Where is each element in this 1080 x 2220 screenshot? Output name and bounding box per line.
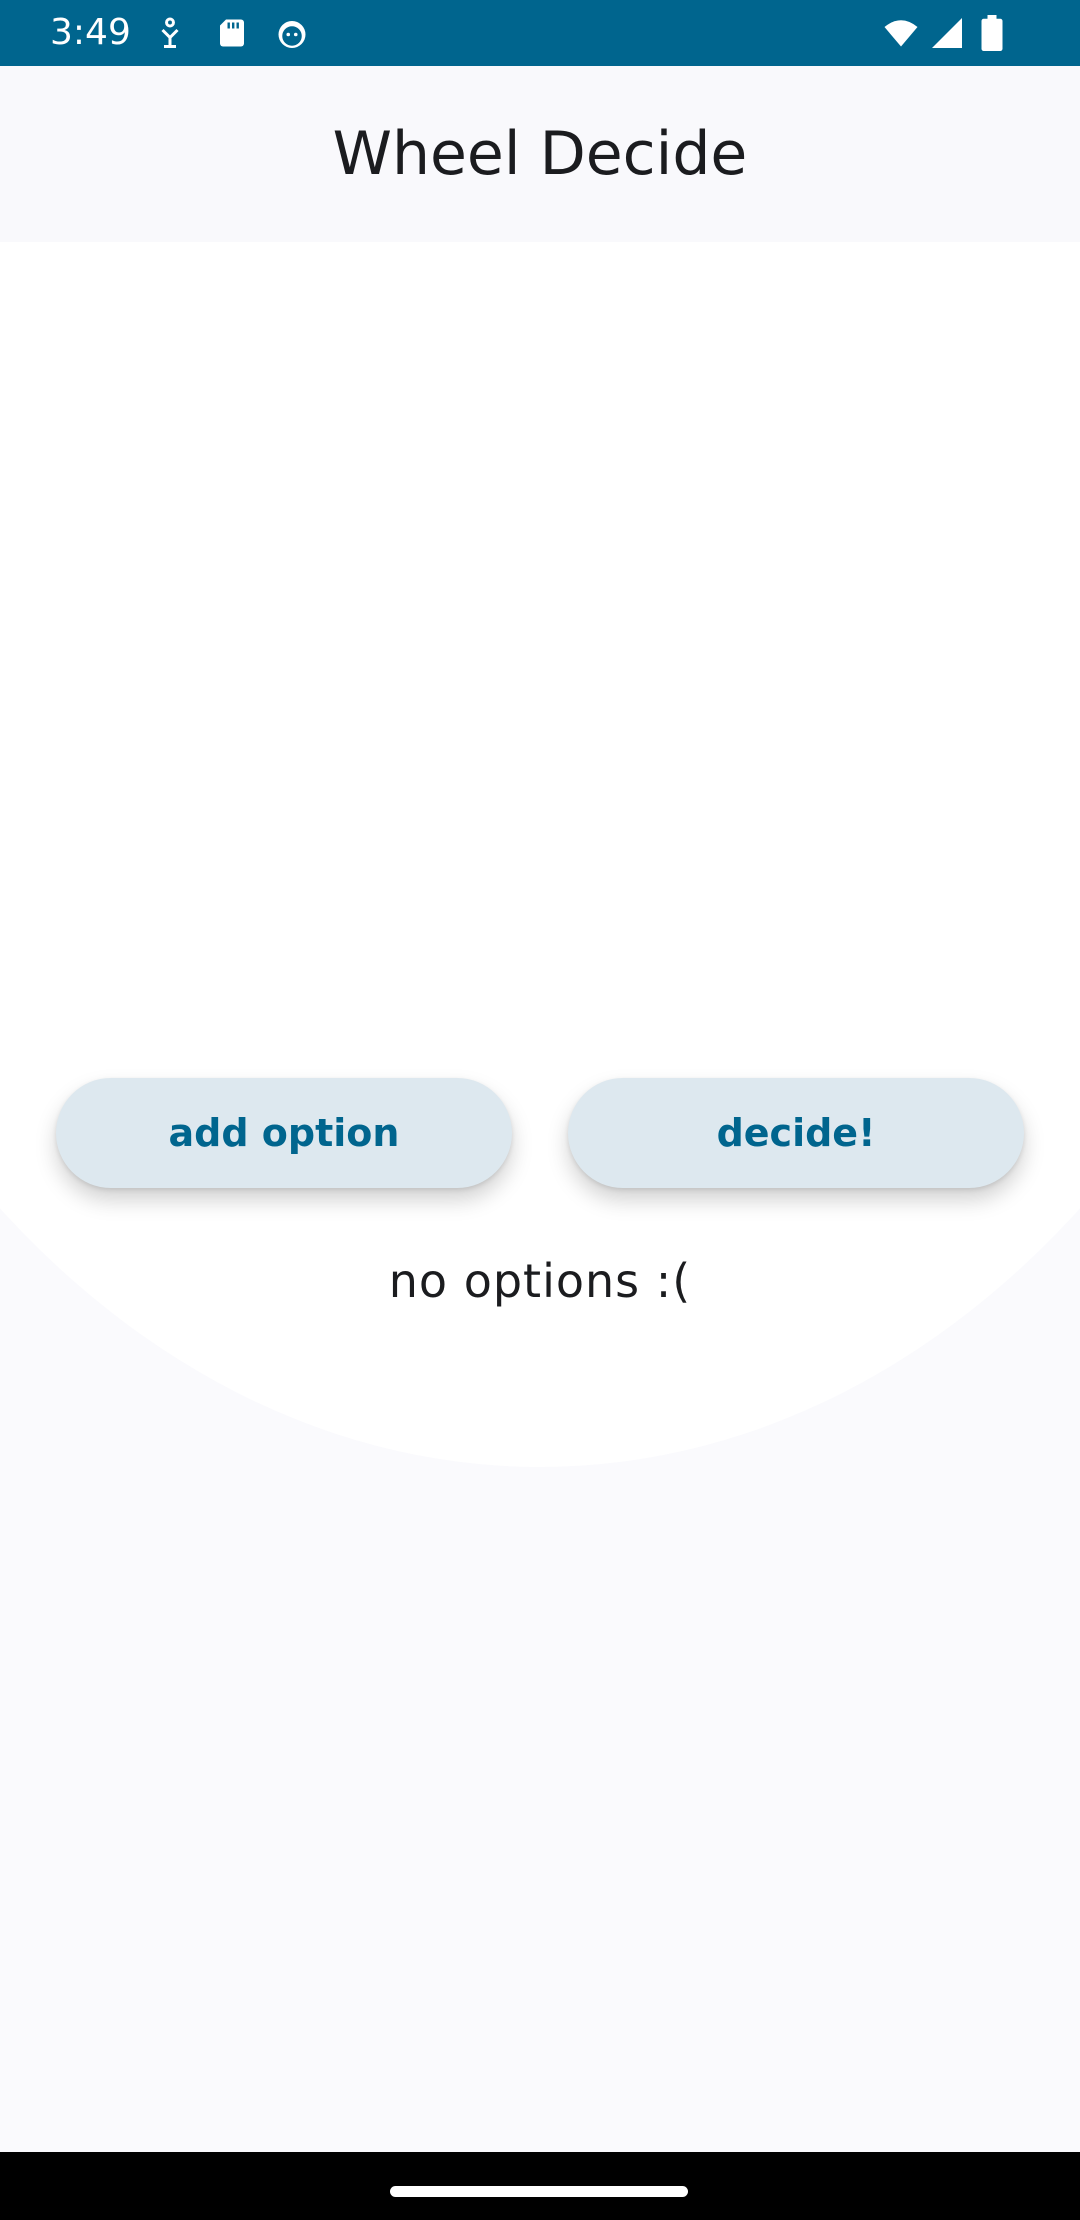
wifi-icon xyxy=(880,15,922,51)
cell-signal-icon xyxy=(928,15,966,51)
add-option-button[interactable]: add option xyxy=(56,1078,512,1188)
main-content: add option decide! no options :( xyxy=(0,242,1080,2152)
empty-options-message: no options :( xyxy=(388,1254,692,1308)
decide-button[interactable]: decide! xyxy=(568,1078,1024,1188)
status-bar: 3:49 xyxy=(0,0,1080,66)
battery-icon xyxy=(978,15,1006,51)
app-bar: Wheel Decide xyxy=(0,66,1080,242)
page-title: Wheel Decide xyxy=(332,119,748,189)
navigation-bar xyxy=(0,2152,1080,2220)
home-handle[interactable] xyxy=(390,2186,688,2197)
status-time: 3:49 xyxy=(50,12,131,53)
accessibility-icon xyxy=(152,15,188,51)
sd-card-icon xyxy=(214,15,250,51)
android-head-icon xyxy=(274,15,310,51)
